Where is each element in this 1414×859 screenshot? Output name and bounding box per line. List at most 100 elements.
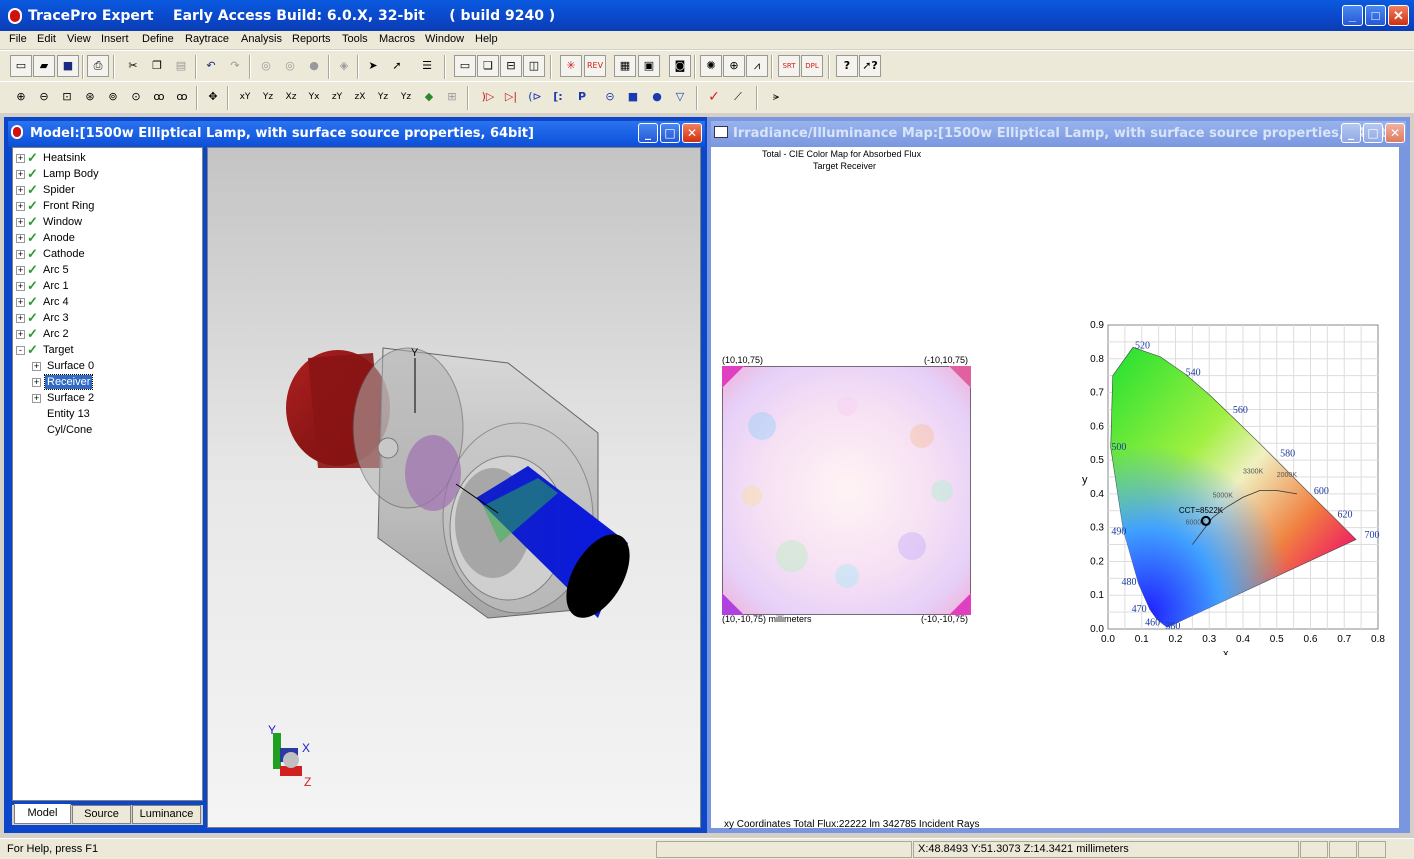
- reverse-ray-icon[interactable]: REV: [584, 55, 606, 77]
- properties-icon[interactable]: ☰: [416, 55, 438, 77]
- zoom-out-icon[interactable]: ⊖: [33, 86, 55, 108]
- expand-icon[interactable]: +: [16, 330, 25, 339]
- view-xy-icon[interactable]: xY: [234, 86, 256, 108]
- tile-horizontal-icon[interactable]: ⊟: [500, 55, 522, 77]
- expand-icon[interactable]: +: [16, 154, 25, 163]
- minimize-icon[interactable]: _: [1342, 5, 1363, 26]
- ruler-icon[interactable]: ⟋: [727, 86, 749, 108]
- cylinder-icon[interactable]: ⊝: [599, 86, 621, 108]
- new-icon[interactable]: ▭: [10, 55, 32, 77]
- expand-icon[interactable]: +: [16, 282, 25, 291]
- view-yz-icon[interactable]: Yz: [257, 86, 279, 108]
- expand-icon[interactable]: +: [16, 298, 25, 307]
- zoom-window-icon[interactable]: ⊡: [56, 86, 78, 108]
- chart-icon[interactable]: ⩘: [746, 55, 768, 77]
- save-icon[interactable]: ■: [57, 55, 79, 77]
- expand-icon[interactable]: +: [16, 170, 25, 179]
- dpl-icon[interactable]: DPL: [801, 55, 823, 77]
- menu-macros[interactable]: Macros: [379, 33, 415, 45]
- zoom-selected-icon[interactable]: ⊙: [125, 86, 147, 108]
- expand-icon[interactable]: +: [16, 186, 25, 195]
- context-help-icon[interactable]: ➚?: [859, 55, 881, 77]
- analysis-icon[interactable]: ✺: [700, 55, 722, 77]
- bracket-icon[interactable]: [:: [547, 86, 569, 108]
- menu-file[interactable]: File: [9, 33, 27, 45]
- menu-help[interactable]: Help: [475, 33, 498, 45]
- boolean-subtract-icon[interactable]: ●: [303, 55, 325, 77]
- expand-icon[interactable]: +: [16, 266, 25, 275]
- expand-icon[interactable]: +: [32, 394, 41, 403]
- move-icon[interactable]: ◈: [333, 55, 355, 77]
- tile-vertical-icon[interactable]: ◫: [523, 55, 545, 77]
- menu-define[interactable]: Define: [142, 33, 174, 45]
- collapse-icon[interactable]: -: [16, 346, 25, 355]
- mirror-icon[interactable]: ▷|: [500, 86, 522, 108]
- view-zy-icon[interactable]: zY: [326, 86, 348, 108]
- cut-icon[interactable]: ✂: [122, 55, 144, 77]
- select-icon[interactable]: ➤: [362, 55, 384, 77]
- zoom-fit-icon[interactable]: ⊚: [102, 86, 124, 108]
- target-icon[interactable]: ⊕: [723, 55, 745, 77]
- lens-icon[interactable]: )▷: [477, 86, 499, 108]
- maximize-icon[interactable]: □: [1363, 123, 1383, 143]
- minimize-icon[interactable]: _: [638, 123, 658, 143]
- prism-icon[interactable]: P: [571, 86, 593, 108]
- menu-raytrace[interactable]: Raytrace: [185, 33, 229, 45]
- paste-icon[interactable]: ▤: [170, 55, 192, 77]
- menu-edit[interactable]: Edit: [37, 33, 56, 45]
- tab-luminance[interactable]: Luminance: [132, 805, 201, 824]
- open-icon[interactable]: ▰: [33, 55, 55, 77]
- irradiance-icon[interactable]: ◙: [669, 55, 691, 77]
- cone-icon[interactable]: ▽: [669, 86, 691, 108]
- zoom-all-icon[interactable]: ⊛: [79, 86, 101, 108]
- view-zx-icon[interactable]: zX: [349, 86, 371, 108]
- undo-icon[interactable]: ↶: [200, 55, 222, 77]
- view-yx-icon[interactable]: Yx: [303, 86, 325, 108]
- view-xz-icon[interactable]: Xz: [280, 86, 302, 108]
- boolean-intersect-icon[interactable]: ◎: [279, 55, 301, 77]
- expand-icon[interactable]: +: [16, 202, 25, 211]
- expand-icon[interactable]: +: [16, 218, 25, 227]
- help-icon[interactable]: ?: [836, 55, 858, 77]
- menu-view[interactable]: View: [67, 33, 91, 45]
- tab-model[interactable]: Model: [14, 804, 71, 824]
- window-icon[interactable]: ▭: [454, 55, 476, 77]
- glasses-icon[interactable]: ꝏ: [148, 86, 170, 108]
- menu-analysis[interactable]: Analysis: [241, 33, 282, 45]
- expand-icon[interactable]: +: [16, 250, 25, 259]
- maximize-icon[interactable]: □: [1365, 5, 1386, 26]
- trace-rays-icon[interactable]: ✳: [560, 55, 582, 77]
- close-icon[interactable]: ✕: [1388, 5, 1409, 26]
- cascade-icon[interactable]: ❏: [477, 55, 499, 77]
- menu-reports[interactable]: Reports: [292, 33, 331, 45]
- menu-insert[interactable]: Insert: [101, 33, 129, 45]
- zoom-in-icon[interactable]: ⊕: [10, 86, 32, 108]
- expand-icon[interactable]: +: [16, 314, 25, 323]
- srt-icon[interactable]: SRT: [778, 55, 800, 77]
- close-icon[interactable]: ✕: [682, 123, 702, 143]
- expand-icon[interactable]: +: [16, 234, 25, 243]
- expand-icon[interactable]: +: [32, 362, 41, 371]
- expand-icon[interactable]: +: [32, 378, 41, 387]
- trim-icon[interactable]: ⪫: [765, 86, 787, 108]
- raytrace-icon[interactable]: ▣: [638, 55, 660, 77]
- menu-tools[interactable]: Tools: [342, 33, 368, 45]
- menu-window[interactable]: Window: [425, 33, 464, 45]
- sphere-icon[interactable]: ●: [646, 86, 668, 108]
- copy-icon[interactable]: ❐: [146, 55, 168, 77]
- minimize-icon[interactable]: _: [1341, 123, 1361, 143]
- print-icon[interactable]: ⎙: [87, 55, 109, 77]
- block-icon[interactable]: ■: [622, 86, 644, 108]
- view-iso-icon[interactable]: Yz: [372, 86, 394, 108]
- close-icon[interactable]: ✕: [1385, 123, 1405, 143]
- boolean-union-icon[interactable]: ◎: [255, 55, 277, 77]
- redo-icon[interactable]: ↷: [224, 55, 246, 77]
- model-3d-viewport[interactable]: Y Y X Z: [207, 147, 701, 828]
- model-tree[interactable]: + ✓ Heatsink + ✓ Lamp Body + ✓ Spider + ✓ Front Rin…: [12, 147, 203, 801]
- pan-icon[interactable]: ✥: [202, 86, 224, 108]
- glasses-stereo-icon[interactable]: ꝏ: [171, 86, 193, 108]
- grid-icon[interactable]: ▦: [614, 55, 636, 77]
- render-icon[interactable]: ◆: [418, 86, 440, 108]
- check-icon[interactable]: ✓: [703, 86, 725, 108]
- lens-group-icon[interactable]: (⊳: [524, 86, 546, 108]
